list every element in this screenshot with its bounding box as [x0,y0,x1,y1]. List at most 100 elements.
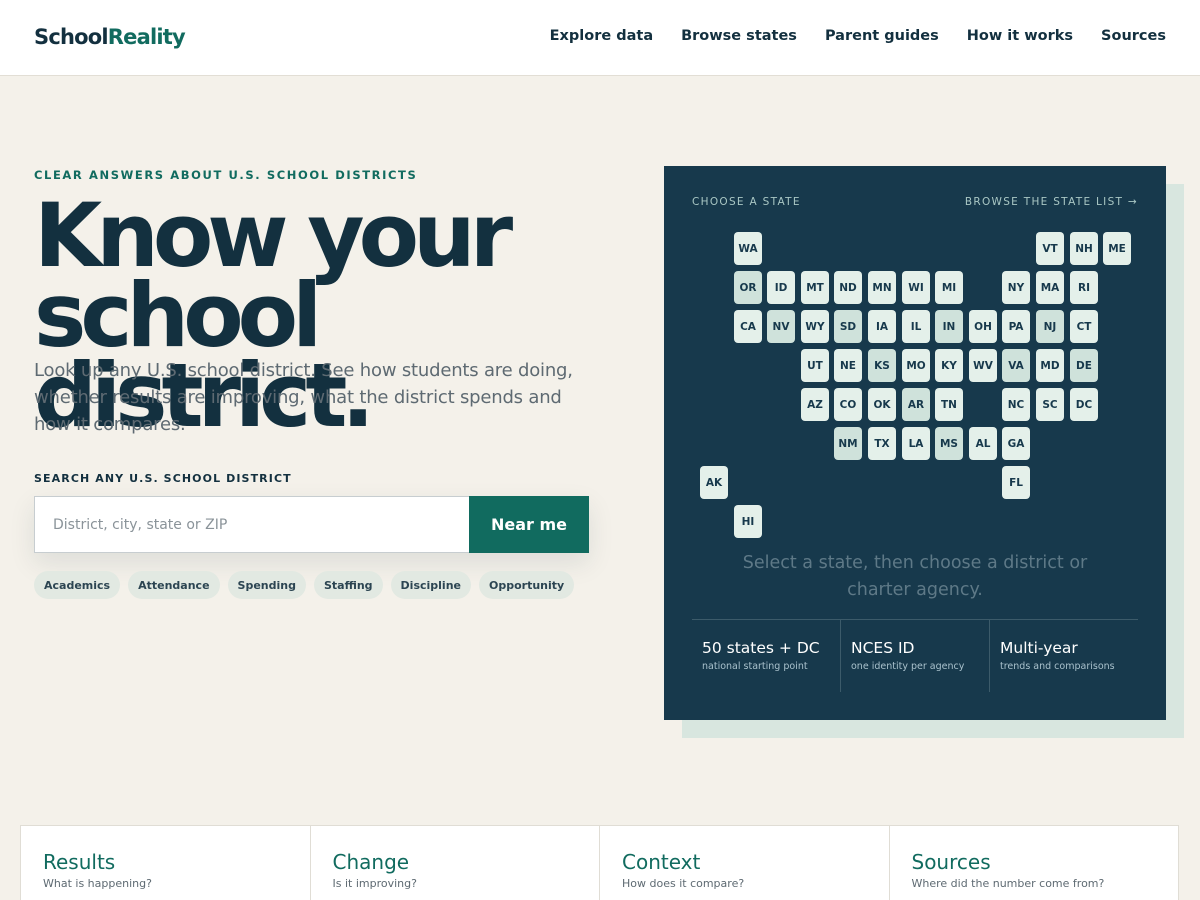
state-tile-ne[interactable]: NE [834,349,862,382]
state-tile-ri[interactable]: RI [1070,271,1098,304]
card-change[interactable]: Change Is it improving? [311,826,600,900]
card-title: Results [43,850,116,874]
nav-browse-states[interactable]: Browse states [681,28,797,44]
state-tile-nd[interactable]: ND [834,271,862,304]
state-tile-ak[interactable]: AK [700,466,728,499]
state-map-panel: CHOOSE A STATE BROWSE THE STATE LIST → W… [664,166,1166,720]
card-context[interactable]: Context How does it compare? [600,826,890,900]
card-subtitle: Is it improving? [332,877,417,890]
state-tile-ks[interactable]: KS [868,349,896,382]
site-logo[interactable]: SchoolReality [34,25,186,49]
near-me-button[interactable]: Near me [469,496,589,553]
state-tile-ma[interactable]: MA [1036,271,1064,304]
state-tile-ms[interactable]: MS [935,427,963,460]
stat-coverage: 50 states + DC national starting point [692,620,841,692]
chip-attendance[interactable]: Attendance [128,571,220,599]
state-tile-md[interactable]: MD [1036,349,1064,382]
state-tile-wy[interactable]: WY [801,310,829,343]
state-tile-co[interactable]: CO [834,388,862,421]
card-title: Sources [911,850,991,874]
state-tile-ut[interactable]: UT [801,349,829,382]
district-search-input[interactable] [34,496,469,553]
state-tile-ct[interactable]: CT [1070,310,1098,343]
chip-spending[interactable]: Spending [227,571,306,599]
state-tile-ok[interactable]: OK [868,388,896,421]
state-tile-wa[interactable]: WA [734,232,762,265]
stat-nces-id: NCES ID one identity per agency [841,620,990,692]
state-tile-oh[interactable]: OH [969,310,997,343]
logo-text-main: School [34,25,109,49]
state-tile-nj[interactable]: NJ [1036,310,1064,343]
state-tile-in[interactable]: IN [935,310,963,343]
state-tile-az[interactable]: AZ [801,388,829,421]
main-nav: Explore data Browse states Parent guides… [550,28,1166,44]
card-title: Context [622,850,701,874]
stat-value: Multi-year [1000,639,1078,657]
choose-state-label: CHOOSE A STATE [692,196,801,208]
card-title: Change [332,850,410,874]
state-tile-va[interactable]: VA [1002,349,1030,382]
state-tile-nh[interactable]: NH [1070,232,1098,265]
feature-cards: Results What is happening? Change Is it … [20,825,1179,900]
chip-academics[interactable]: Academics [34,571,121,599]
state-tile-wi[interactable]: WI [902,271,930,304]
state-tile-wv[interactable]: WV [969,349,997,382]
state-tile-de[interactable]: DE [1070,349,1098,382]
stat-value: NCES ID [851,639,915,657]
state-tile-fl[interactable]: FL [1002,466,1030,499]
state-tile-ar[interactable]: AR [902,388,930,421]
coverage-stats: 50 states + DC national starting point N… [692,619,1138,692]
chip-opportunity[interactable]: Opportunity [479,571,575,599]
state-tile-ga[interactable]: GA [1002,427,1030,460]
search-label: SEARCH ANY U.S. SCHOOL DISTRICT [34,472,292,485]
card-subtitle: Where did the number come from? [911,877,1105,890]
stat-multi-year: Multi-year trends and comparisons [990,620,1138,692]
stat-caption: trends and comparisons [1000,661,1115,672]
nav-how-it-works[interactable]: How it works [967,28,1073,44]
state-tile-il[interactable]: IL [902,310,930,343]
state-tile-id[interactable]: ID [767,271,795,304]
logo-text-accent: Reality [107,25,186,49]
card-results[interactable]: Results What is happening? [21,826,311,900]
state-tile-mo[interactable]: MO [902,349,930,382]
state-tile-sd[interactable]: SD [834,310,862,343]
state-tile-vt[interactable]: VT [1036,232,1064,265]
hero-eyebrow: CLEAR ANSWERS ABOUT U.S. SCHOOL DISTRICT… [34,168,418,182]
browse-state-list-link[interactable]: BROWSE THE STATE LIST → [965,196,1138,208]
map-hint-text: Select a state, then choose a district o… [742,553,1088,600]
state-tile-hi[interactable]: HI [734,505,762,538]
state-tile-ia[interactable]: IA [868,310,896,343]
state-tile-grid: WA VT NH ME OR ID MT ND MN WI MI NY MA RI CA NV WY SD IA IL… [700,232,1132,540]
state-tile-dc[interactable]: DC [1070,388,1098,421]
state-tile-mi[interactable]: MI [935,271,963,304]
state-tile-nv[interactable]: NV [767,310,795,343]
card-subtitle: How does it compare? [622,877,745,890]
nav-parent-guides[interactable]: Parent guides [825,28,939,44]
state-tile-me[interactable]: ME [1103,232,1131,265]
state-tile-la[interactable]: LA [902,427,930,460]
state-tile-mn[interactable]: MN [868,271,896,304]
topic-chips: Academics Attendance Spending Staffing D… [34,571,575,599]
state-tile-ny[interactable]: NY [1002,271,1030,304]
hero-subtitle: Look up any U.S. school district. See ho… [34,360,573,435]
state-tile-tn[interactable]: TN [935,388,963,421]
chip-discipline[interactable]: Discipline [390,571,471,599]
state-tile-sc[interactable]: SC [1036,388,1064,421]
nav-explore-data[interactable]: Explore data [550,28,653,44]
state-tile-or[interactable]: OR [734,271,762,304]
state-tile-al[interactable]: AL [969,427,997,460]
state-tile-nm[interactable]: NM [834,427,862,460]
search-box: Near me [34,496,589,553]
state-tile-ky[interactable]: KY [935,349,963,382]
card-subtitle: What is happening? [43,877,152,890]
stat-caption: one identity per agency [851,661,965,672]
chip-staffing[interactable]: Staffing [313,571,383,599]
state-tile-ca[interactable]: CA [734,310,762,343]
card-sources[interactable]: Sources Where did the number come from? [890,826,1179,900]
stat-value: 50 states + DC [702,639,820,657]
state-tile-nc[interactable]: NC [1002,388,1030,421]
nav-sources[interactable]: Sources [1101,28,1166,44]
state-tile-mt[interactable]: MT [801,271,829,304]
state-tile-tx[interactable]: TX [868,427,896,460]
state-tile-pa[interactable]: PA [1002,310,1030,343]
